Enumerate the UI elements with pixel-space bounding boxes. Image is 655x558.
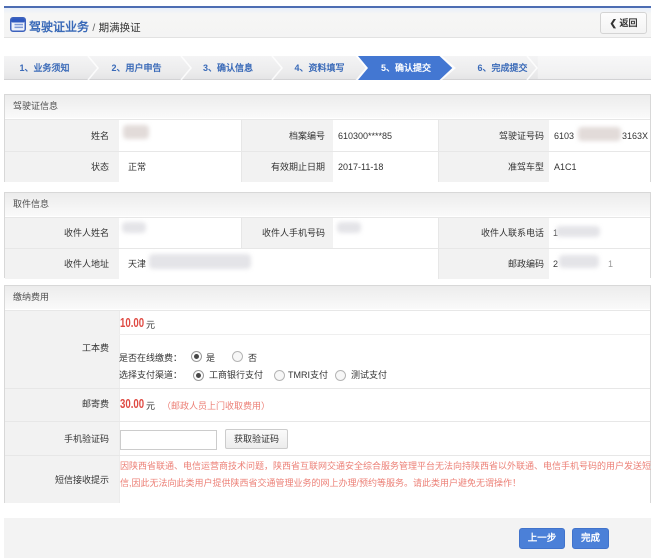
- svg-text:5、确认提交: 5、确认提交: [381, 62, 431, 73]
- svg-text:2、用户申告: 2、用户申告: [111, 62, 161, 73]
- svg-text:4、资料填写: 4、资料填写: [294, 62, 344, 73]
- svg-text:3、确认信息: 3、确认信息: [203, 62, 253, 73]
- svg-text:1、业务须知: 1、业务须知: [19, 62, 69, 73]
- svg-text:6、完成提交: 6、完成提交: [477, 62, 527, 73]
